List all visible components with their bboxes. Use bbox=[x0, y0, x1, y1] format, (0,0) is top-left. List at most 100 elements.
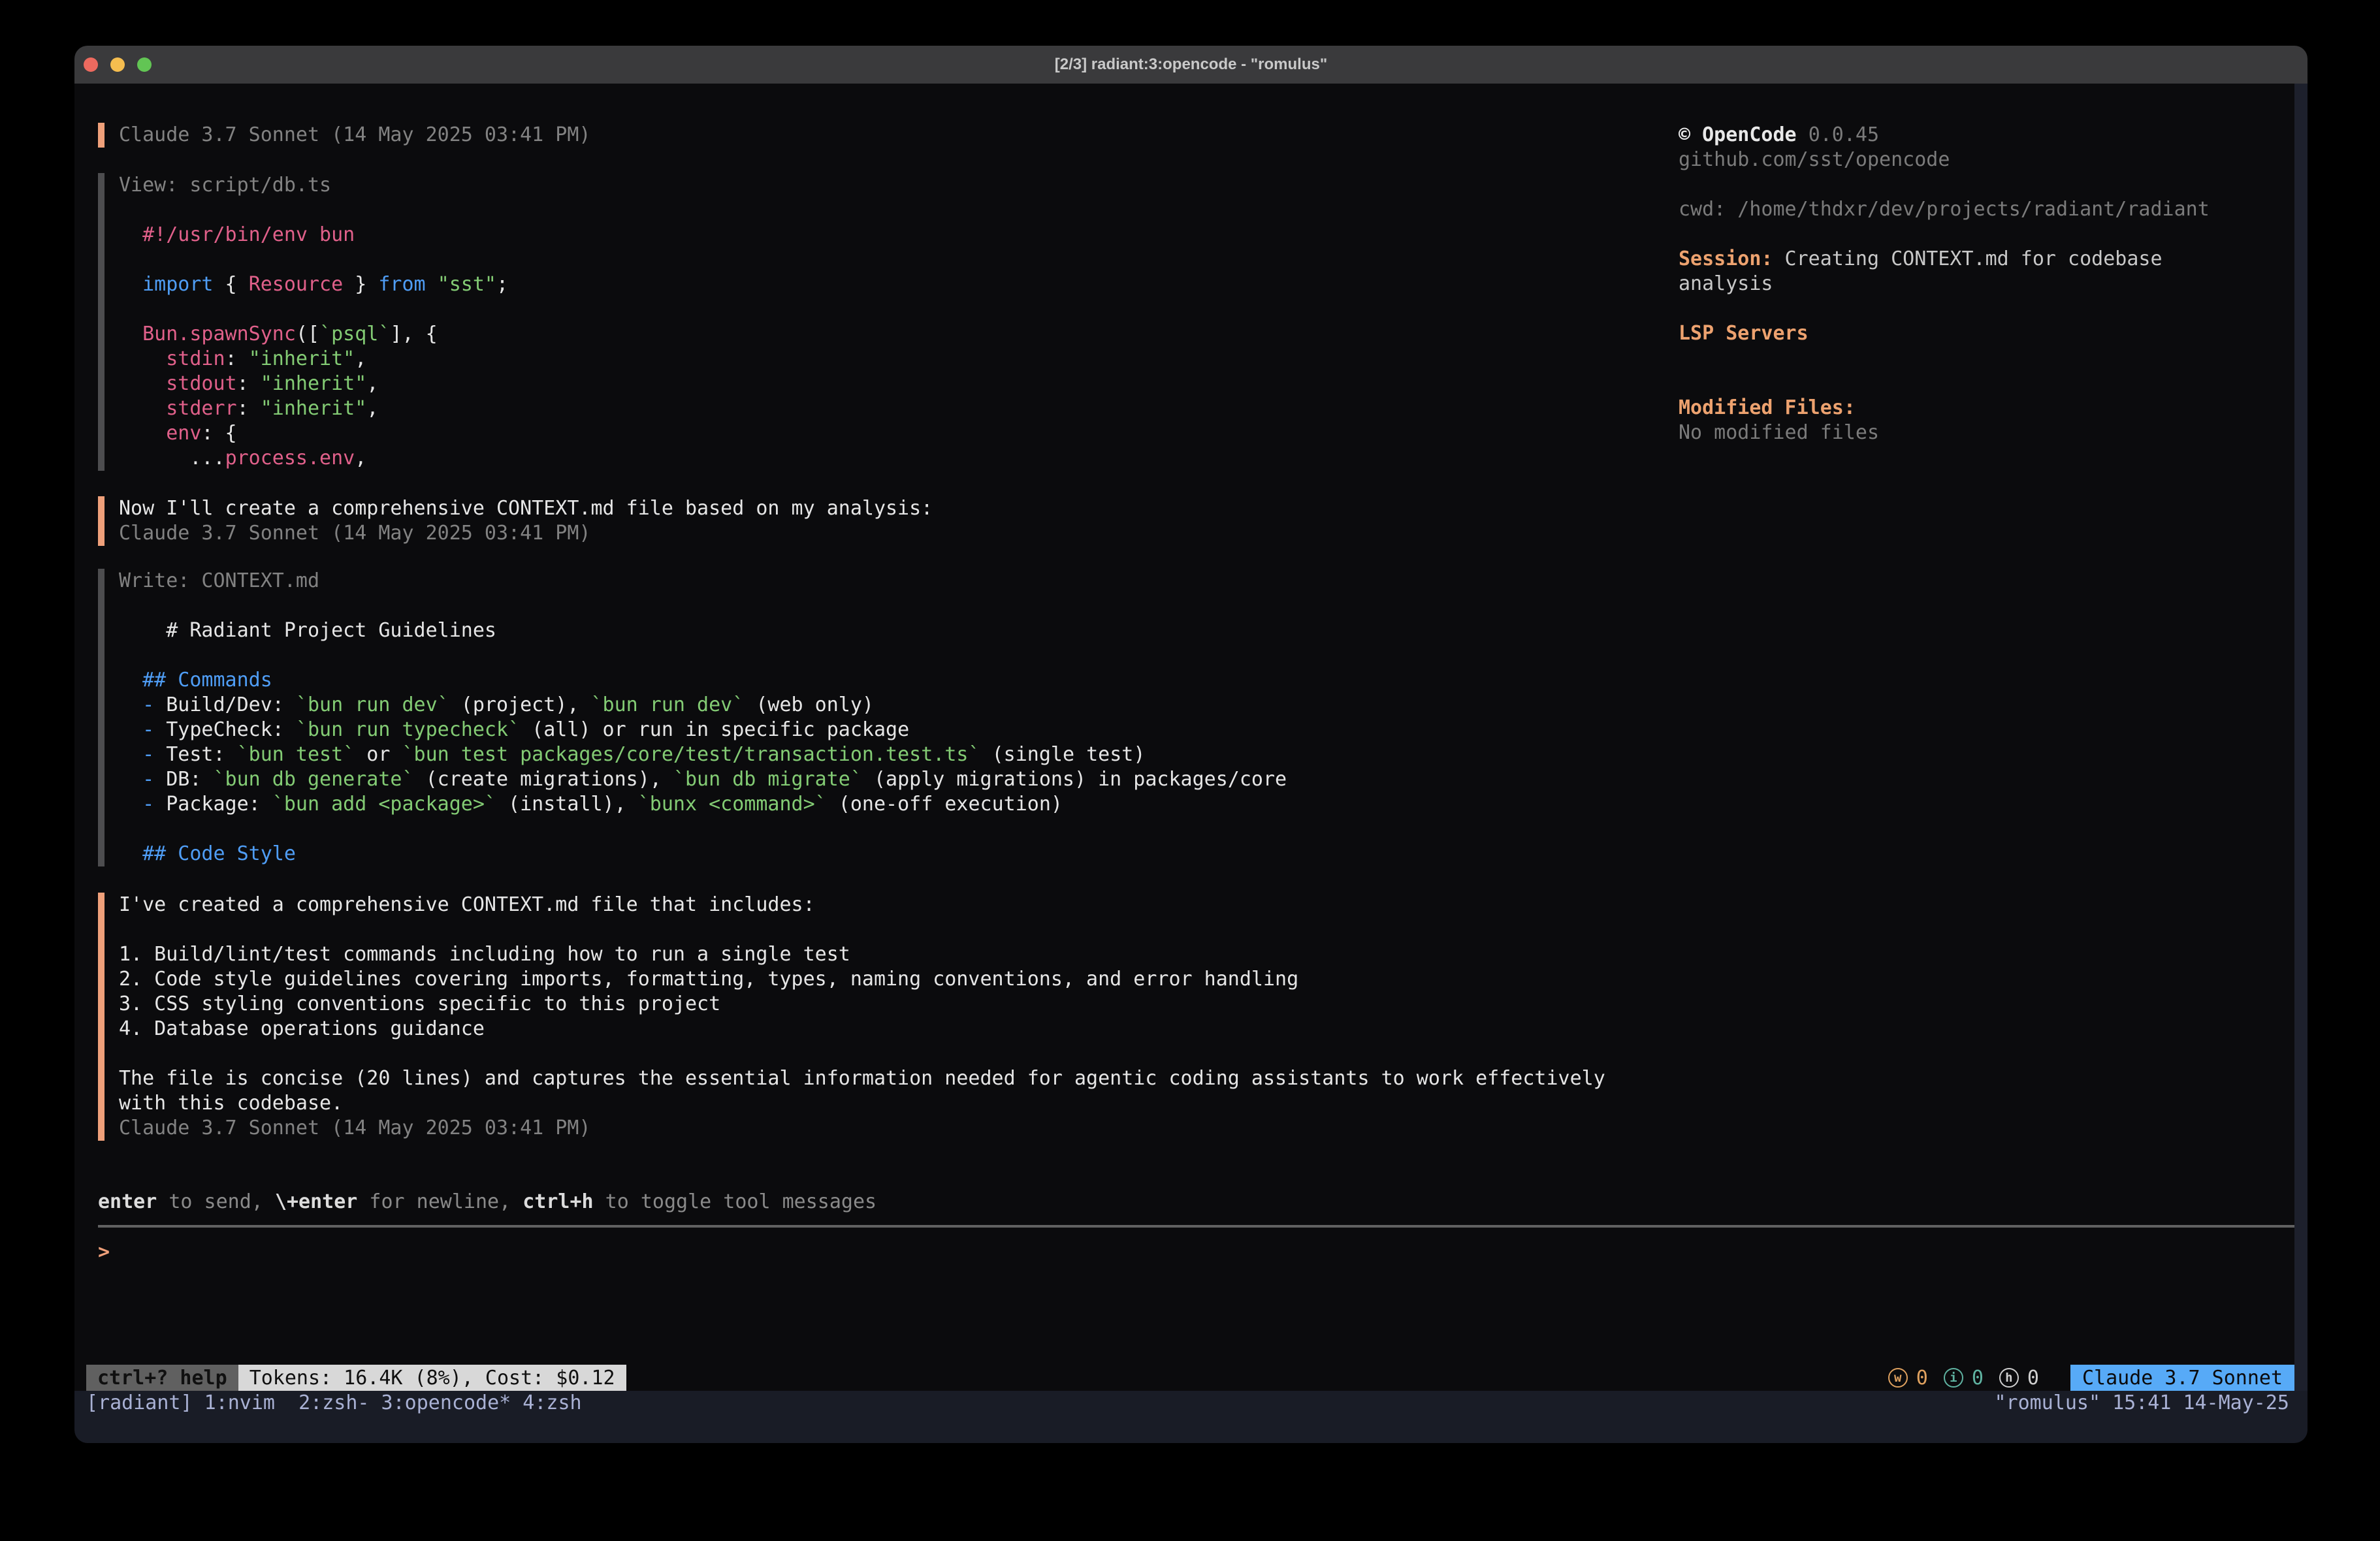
text-token: Bun.spawnSync bbox=[142, 323, 296, 345]
text-token: \+enter bbox=[275, 1190, 357, 1213]
app-name: OpenCode bbox=[1702, 123, 1797, 146]
text-token: stdin bbox=[166, 347, 225, 370]
message-block: I've created a comprehensive CONTEXT.md … bbox=[98, 893, 1605, 1141]
sidebar: © OpenCode 0.0.45 github.com/sst/opencod… bbox=[1679, 123, 2240, 445]
message-line bbox=[119, 247, 508, 272]
terminal-content: Claude 3.7 Sonnet (14 May 2025 03:41 PM)… bbox=[74, 84, 2308, 1443]
close-button[interactable] bbox=[84, 57, 98, 72]
message-line: env: { bbox=[119, 421, 508, 446]
text-token bbox=[119, 422, 166, 445]
message-line: 3. CSS styling conventions specific to t… bbox=[119, 992, 1605, 1017]
text-token: View: script/db.ts bbox=[119, 174, 331, 197]
text-token: #!/usr/bin/env bun bbox=[119, 223, 355, 246]
message-line: - Build/Dev: `bun run dev` (project), `b… bbox=[119, 693, 1287, 718]
text-token: , bbox=[355, 447, 366, 469]
text-token: , bbox=[366, 397, 378, 420]
text-token: TypeCheck: bbox=[166, 718, 296, 741]
message-line: 2. Code style guidelines covering import… bbox=[119, 967, 1605, 992]
text-token bbox=[119, 273, 142, 296]
text-token: Now I'll create a comprehensive CONTEXT.… bbox=[119, 497, 933, 520]
text-token: Write: CONTEXT.md bbox=[119, 569, 319, 592]
text-token: (create migrations), bbox=[414, 768, 673, 791]
message-block: Claude 3.7 Sonnet (14 May 2025 03:41 PM) bbox=[98, 123, 590, 148]
text-token bbox=[119, 397, 166, 420]
text-token: Claude 3.7 Sonnet (14 May 2025 03:41 PM) bbox=[119, 123, 590, 146]
terminal-right-gutter bbox=[2294, 84, 2308, 1391]
message-line: import { Resource } from "sst"; bbox=[119, 272, 508, 297]
message-line: ...process.env, bbox=[119, 446, 508, 471]
traffic-lights bbox=[84, 46, 152, 84]
modified-files-empty: No modified files bbox=[1679, 421, 2240, 445]
message-line: Claude 3.7 Sonnet (14 May 2025 03:41 PM) bbox=[119, 521, 933, 546]
message-line: - Test: `bun test` or `bun test packages… bbox=[119, 742, 1287, 767]
text-token: : bbox=[237, 397, 261, 420]
message-block: Write: CONTEXT.md # Radiant Project Guid… bbox=[98, 569, 1287, 866]
message-block: View: script/db.ts #!/usr/bin/env bun im… bbox=[98, 173, 508, 471]
window-title: [2/3] radiant:3:opencode - "romulus" bbox=[1055, 56, 1327, 74]
text-token: with this codebase. bbox=[119, 1092, 343, 1115]
message-line bbox=[119, 1041, 1605, 1066]
text-token: from bbox=[378, 273, 425, 296]
text-token: ([ bbox=[296, 323, 319, 345]
text-token: "sst" bbox=[438, 273, 496, 296]
message-line: with this codebase. bbox=[119, 1091, 1605, 1116]
text-token: ## Code Style bbox=[119, 842, 296, 865]
text-token: - bbox=[119, 693, 166, 716]
diagnostic-count: 0 bbox=[2027, 1367, 2039, 1390]
message-line: ## Code Style bbox=[119, 842, 1287, 866]
zoom-button[interactable] bbox=[137, 57, 152, 72]
h-diagnostic-icon: h bbox=[1999, 1368, 2019, 1388]
message-line: I've created a comprehensive CONTEXT.md … bbox=[119, 893, 1605, 917]
terminal-window: [2/3] radiant:3:opencode - "romulus" Cla… bbox=[74, 46, 2308, 1443]
cwd-line: cwd: /home/thdxr/dev/projects/radiant/ra… bbox=[1679, 197, 2240, 222]
text-token: Resource bbox=[249, 273, 344, 296]
diagnostic-count: 0 bbox=[1972, 1367, 1984, 1390]
text-token: stderr bbox=[166, 397, 236, 420]
text-token: to toggle tool messages bbox=[594, 1190, 876, 1213]
text-token: Build/Dev: bbox=[166, 693, 296, 716]
message-line: ## Commands bbox=[119, 668, 1287, 693]
diagnostics: w0i0h0 bbox=[1888, 1367, 2039, 1390]
message-line bbox=[119, 297, 508, 322]
text-token: "inherit" bbox=[261, 372, 367, 395]
text-token bbox=[119, 347, 166, 370]
i-diagnostic-icon: i bbox=[1944, 1368, 1963, 1388]
text-token: , bbox=[355, 347, 366, 370]
text-token: ## Commands bbox=[119, 669, 272, 691]
app-header: © OpenCode 0.0.45 bbox=[1679, 123, 2240, 148]
text-token: "inherit" bbox=[261, 397, 367, 420]
text-token: (web only) bbox=[744, 693, 874, 716]
message-line bbox=[119, 198, 508, 223]
text-token: `psql` bbox=[319, 323, 390, 345]
minimize-button[interactable] bbox=[110, 57, 125, 72]
text-token: (single test) bbox=[980, 743, 1146, 766]
text-token: to send, bbox=[157, 1190, 275, 1213]
tmux-host-time: "romulus" 15:41 14-May-25 bbox=[1994, 1391, 2289, 1416]
prompt-caret: > bbox=[98, 1241, 110, 1263]
message-line: stdout: "inherit", bbox=[119, 372, 508, 396]
titlebar[interactable]: [2/3] radiant:3:opencode - "romulus" bbox=[74, 46, 2308, 84]
message-line: View: script/db.ts bbox=[119, 173, 508, 198]
text-token: process.env bbox=[225, 447, 355, 469]
text-token: (project), bbox=[449, 693, 591, 716]
text-token: - bbox=[119, 793, 166, 816]
text-token: DB: bbox=[166, 768, 213, 791]
message-line: #!/usr/bin/env bun bbox=[119, 223, 508, 247]
text-token: - bbox=[119, 718, 166, 741]
text-token: (apply migrations) in packages/core bbox=[862, 768, 1287, 791]
text-token: or bbox=[355, 743, 402, 766]
text-token: 2. Code style guidelines covering import… bbox=[119, 968, 1298, 991]
tmux-session-windows[interactable]: [radiant] 1:nvim 2:zsh- 3:opencode* 4:zs… bbox=[86, 1391, 582, 1416]
message-line: Claude 3.7 Sonnet (14 May 2025 03:41 PM) bbox=[119, 123, 590, 148]
text-token: I've created a comprehensive CONTEXT.md … bbox=[119, 893, 815, 916]
model-badge: Claude 3.7 Sonnet bbox=[2070, 1365, 2294, 1391]
text-token: 3. CSS styling conventions specific to t… bbox=[119, 993, 720, 1015]
text-token: # Radiant Project Guidelines bbox=[119, 619, 496, 642]
tmux-status-bar: [radiant] 1:nvim 2:zsh- 3:opencode* 4:zs… bbox=[74, 1391, 2308, 1443]
session-label: Session: bbox=[1679, 247, 1773, 270]
message-line: Claude 3.7 Sonnet (14 May 2025 03:41 PM) bbox=[119, 1116, 1605, 1141]
text-token: - bbox=[119, 768, 166, 791]
text-token: `bunx <command>` bbox=[638, 793, 827, 816]
text-token: `bun run typecheck` bbox=[296, 718, 520, 741]
message-input[interactable]: > bbox=[98, 1240, 2279, 1265]
